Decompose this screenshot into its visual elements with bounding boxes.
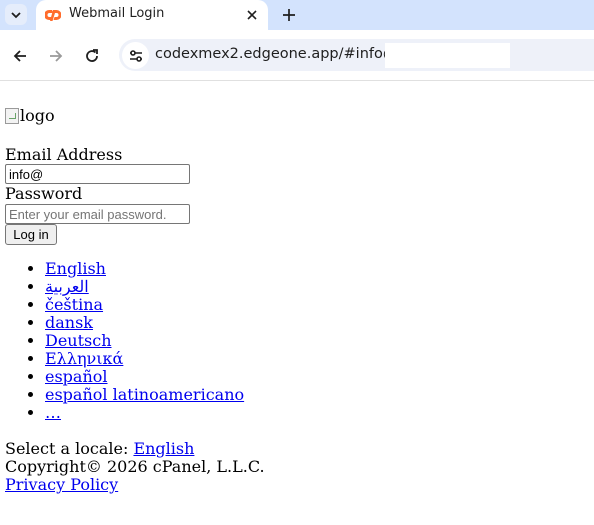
logo: logo: [5, 107, 55, 125]
forward-icon[interactable]: [47, 47, 65, 65]
locale-selector: Select a locale: English: [5, 440, 194, 458]
url-text: codexmex2.edgeone.app/#info@: [155, 46, 398, 62]
list-item: العربية: [45, 278, 244, 296]
selected-locale-link[interactable]: English: [133, 439, 194, 458]
password-field[interactable]: [5, 204, 190, 224]
list-item: Deutsch: [45, 332, 244, 350]
back-icon[interactable]: [11, 47, 29, 65]
close-icon[interactable]: [244, 7, 260, 23]
locale-link[interactable]: español: [45, 367, 108, 386]
locale-list: English العربية čeština dansk Deutsch Ελ…: [5, 260, 244, 422]
privacy-policy-link[interactable]: Privacy Policy: [5, 475, 118, 494]
tune-icon: [129, 49, 142, 62]
locale-link[interactable]: dansk: [45, 313, 93, 332]
list-item: …: [45, 404, 244, 422]
password-label: Password: [5, 184, 83, 203]
list-item: dansk: [45, 314, 244, 332]
locale-link[interactable]: Deutsch: [45, 331, 112, 350]
address-bar[interactable]: codexmex2.edgeone.app/#info@: [119, 39, 594, 71]
email-field[interactable]: [5, 164, 190, 184]
list-item: español latinoamericano: [45, 386, 244, 404]
list-item: čeština: [45, 296, 244, 314]
broken-image-icon: [5, 108, 19, 124]
tab-strip: Webmail Login: [0, 0, 594, 30]
select-locale-label: Select a locale:: [5, 439, 129, 458]
copyright: Copyright© 2026 cPanel, L.L.C.: [5, 457, 265, 476]
locale-link[interactable]: English: [45, 259, 106, 278]
cpanel-favicon-icon: [45, 10, 61, 21]
reload-icon[interactable]: [83, 47, 101, 65]
list-item: English: [45, 260, 244, 278]
redacted-region: [385, 43, 510, 68]
list-item: Ελληνικά: [45, 350, 244, 368]
tab-title: Webmail Login: [69, 6, 165, 21]
locale-link[interactable]: العربية: [45, 277, 89, 296]
browser-toolbar: codexmex2.edgeone.app/#info@: [0, 30, 594, 81]
locale-link[interactable]: čeština: [45, 295, 103, 314]
more-locales-link[interactable]: …: [45, 403, 61, 422]
chevron-down-icon: [11, 11, 21, 18]
new-tab-icon[interactable]: [280, 6, 298, 24]
active-tab[interactable]: Webmail Login: [36, 0, 268, 30]
logo-alt-text: logo: [20, 106, 55, 125]
site-info-button[interactable]: [122, 42, 149, 69]
privacy-policy-container: Privacy Policy: [5, 476, 118, 494]
locale-link[interactable]: Ελληνικά: [45, 349, 123, 368]
locale-link[interactable]: español latinoamericano: [45, 385, 244, 404]
email-label: Email Address: [5, 145, 123, 164]
tab-search-button[interactable]: [5, 4, 27, 25]
list-item: español: [45, 368, 244, 386]
login-button[interactable]: Log in: [5, 224, 57, 245]
